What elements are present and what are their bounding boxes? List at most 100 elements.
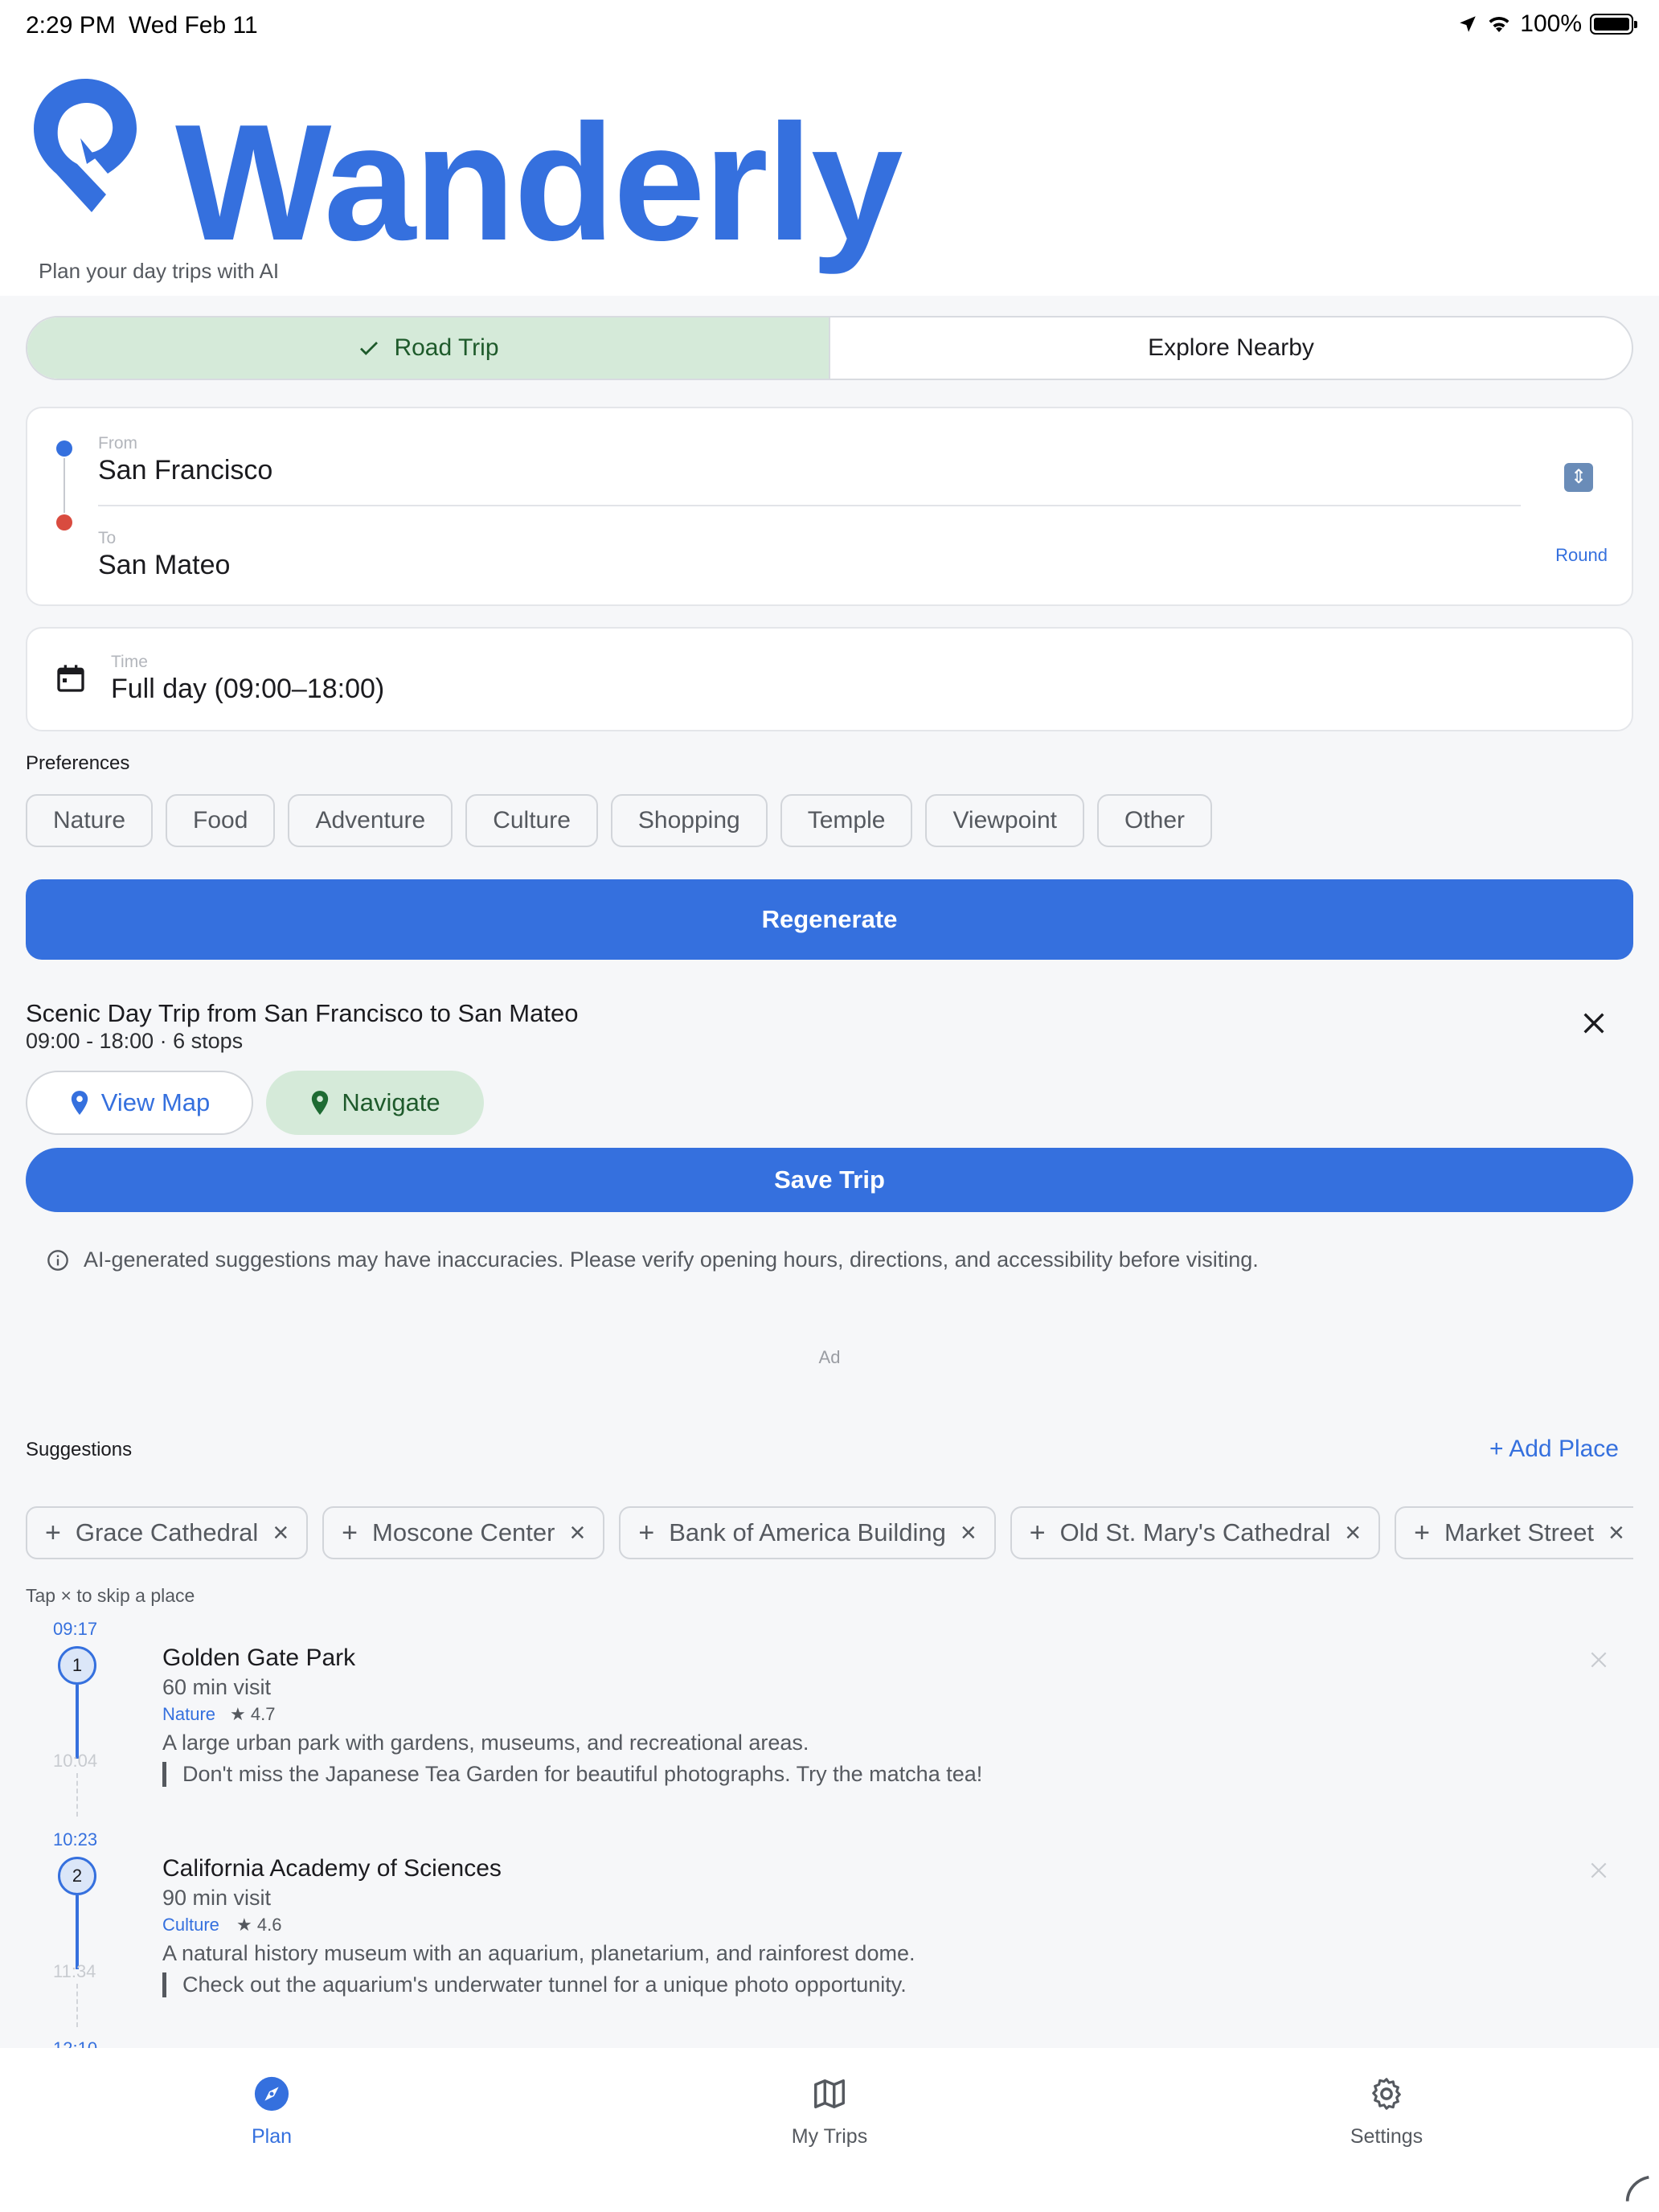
chip-viewpoint[interactable]: Viewpoint [925, 794, 1084, 847]
tab-plan[interactable]: Plan [151, 2075, 392, 2149]
status-bar: 2:29 PM Wed Feb 11 100% [0, 0, 1659, 51]
close-icon[interactable]: × [569, 1518, 585, 1549]
stop-end-time: 11:34 [53, 1961, 96, 1981]
close-icon[interactable]: × [1345, 1518, 1361, 1549]
tab-road-trip[interactable]: Road Trip [27, 317, 830, 379]
plus-icon: + [1489, 1436, 1504, 1462]
explore-nearby-label: Explore Nearby [1148, 334, 1314, 361]
logo-pin-icon [34, 79, 137, 212]
tab-explore-nearby[interactable]: Explore Nearby [830, 317, 1632, 379]
battery-icon [1590, 14, 1637, 35]
plus-icon[interactable]: + [1414, 1518, 1430, 1549]
regenerate-button[interactable]: Regenerate [26, 879, 1633, 960]
tab-settings-label: Settings [1350, 2125, 1423, 2148]
plus-icon[interactable]: + [638, 1518, 654, 1549]
map-pin-icon [71, 1091, 88, 1115]
checkmark-icon [360, 342, 379, 355]
resize-handle-icon [1625, 2175, 1649, 2202]
navigate-label: Navigate [342, 1088, 440, 1116]
stop-category: Nature [162, 1704, 216, 1724]
time-label: Time [111, 653, 148, 671]
suggestion-chip[interactable]: + Moscone Center × [322, 1506, 605, 1559]
stop-number: 2 [58, 1857, 96, 1895]
tab-plan-label: Plan [251, 2125, 293, 2148]
chip-culture[interactable]: Culture [465, 794, 598, 847]
stop-rating: ★ 4.7 [230, 1704, 275, 1725]
from-label: From [98, 434, 137, 453]
app-name: Wanderly [175, 90, 903, 275]
star-icon: ★ [230, 1704, 246, 1724]
battery-percent: 100% [1520, 10, 1582, 37]
star-icon: ★ [236, 1915, 252, 1935]
skip-stop-icon[interactable] [1588, 1860, 1609, 1881]
preference-chips: Nature Food Adventure Culture Shopping T… [26, 794, 1213, 847]
stop-number: 1 [58, 1646, 96, 1685]
to-field[interactable]: San Mateo [98, 550, 230, 581]
close-icon[interactable] [1580, 1010, 1608, 1037]
suggestion-label: Market Street [1444, 1518, 1595, 1546]
stop-category: Culture [162, 1915, 219, 1935]
suggestion-chip[interactable]: + Market Street × [1395, 1506, 1633, 1559]
ai-disclaimer: AI-generated suggestions may have inaccu… [47, 1247, 1259, 1272]
ad-label: Ad [818, 1347, 841, 1367]
plus-icon[interactable]: + [45, 1518, 61, 1549]
rating-value: 4.7 [250, 1704, 276, 1724]
trip-meta: 09:00 - 18:00 · 6 stops [26, 1029, 244, 1053]
to-label: To [98, 529, 117, 547]
chip-adventure[interactable]: Adventure [288, 794, 453, 847]
chip-shopping[interactable]: Shopping [610, 794, 768, 847]
add-place-button[interactable]: + Add Place [1489, 1436, 1619, 1463]
close-icon[interactable]: × [961, 1518, 977, 1549]
time-value: Full day (09:00–18:00) [111, 674, 385, 704]
suggestion-label: Moscone Center [372, 1518, 555, 1546]
plus-icon[interactable]: + [1030, 1518, 1046, 1549]
route-card: From San Francisco To San Mateo ⇕ Round [26, 407, 1633, 606]
chip-food[interactable]: Food [166, 794, 276, 847]
stop-visit-duration: 60 min visit [162, 1675, 272, 1699]
close-icon[interactable]: × [272, 1518, 289, 1549]
suggestion-chip[interactable]: + Old St. Mary's Cathedral × [1010, 1506, 1381, 1559]
timeline-line [76, 1895, 79, 1969]
navigate-button[interactable]: Navigate [266, 1071, 484, 1135]
stop-description: A large urban park with gardens, museums… [162, 1731, 809, 1755]
chip-nature[interactable]: Nature [26, 794, 154, 847]
swap-icon[interactable]: ⇕ [1564, 463, 1593, 492]
suggestion-label: Old St. Mary's Cathedral [1059, 1518, 1331, 1546]
from-field[interactable]: San Francisco [98, 455, 272, 486]
chip-temple[interactable]: Temple [780, 794, 913, 847]
compass-icon [254, 2076, 289, 2112]
suggestion-chip[interactable]: + Grace Cathedral × [26, 1506, 309, 1559]
view-map-button[interactable]: View Map [26, 1071, 253, 1135]
status-icons: 100% [1457, 10, 1637, 38]
time-picker[interactable]: Time Full day (09:00–18:00) [26, 627, 1633, 731]
stop-visit-duration: 90 min visit [162, 1886, 272, 1910]
suggestion-chips[interactable]: + Grace Cathedral × + Moscone Center × +… [26, 1506, 1633, 1561]
suggestion-chip[interactable]: + Bank of America Building × [619, 1506, 996, 1559]
close-icon: × [60, 1585, 72, 1606]
stop-name: Golden Gate Park [162, 1645, 356, 1671]
destination-dot [56, 514, 72, 530]
suggestion-label: Grace Cathedral [75, 1518, 259, 1546]
mode-toggle: Road Trip Explore Nearby [26, 316, 1633, 380]
suggestions-title: Suggestions [26, 1439, 133, 1460]
view-map-label: View Map [100, 1088, 211, 1116]
skip-stop-icon[interactable] [1588, 1649, 1609, 1670]
skip-hint-prefix: Tap [26, 1585, 56, 1606]
skip-hint: Tap × to skip a place [26, 1585, 195, 1607]
round-trip-button[interactable]: Round [1555, 545, 1608, 566]
stop-description: A natural history museum with an aquariu… [162, 1941, 916, 1965]
stop-tip: Don't miss the Japanese Tea Garden for b… [162, 1762, 982, 1787]
road-trip-label: Road Trip [394, 334, 499, 361]
tab-my-trips[interactable]: My Trips [709, 2075, 950, 2149]
origin-dot [56, 440, 72, 457]
stop-start-time: 09:17 [53, 1619, 98, 1639]
app-header: Wanderly Plan your day trips with AI [0, 51, 1659, 296]
plus-icon[interactable]: + [342, 1518, 358, 1549]
tab-settings[interactable]: Settings [1266, 2075, 1507, 2149]
chip-other[interactable]: Other [1096, 794, 1213, 847]
calendar-icon [57, 665, 84, 692]
save-trip-button[interactable]: Save Trip [26, 1148, 1633, 1212]
close-icon[interactable]: × [1608, 1518, 1624, 1549]
trip-title: Scenic Day Trip from San Francisco to Sa… [26, 999, 579, 1027]
stop-name: California Academy of Sciences [162, 1855, 502, 1882]
